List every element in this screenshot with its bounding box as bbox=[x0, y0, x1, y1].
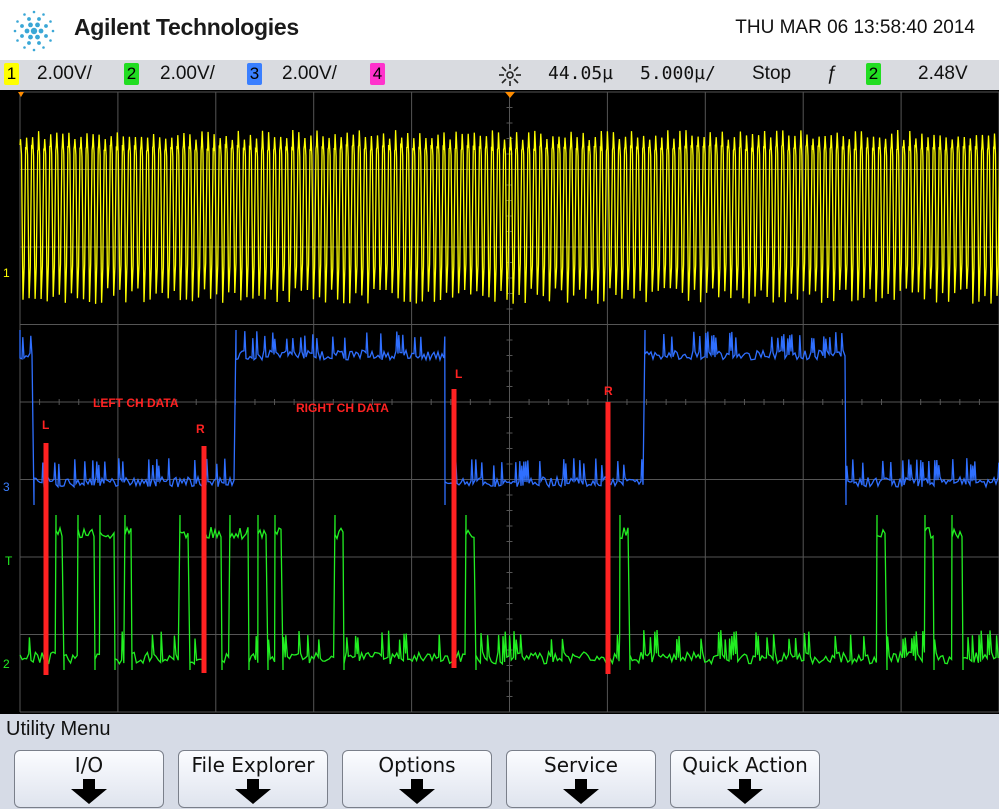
arrow-down-icon bbox=[71, 779, 107, 804]
channel-2-scale[interactable]: 2.00V/ bbox=[160, 63, 215, 85]
softkey-file-explorer[interactable]: File Explorer bbox=[178, 750, 328, 808]
right-ch-data-label: RIGHT CH DATA bbox=[296, 401, 389, 415]
channel-2-ground-marker[interactable]: 2 bbox=[3, 657, 10, 671]
channel-3-ground-marker[interactable]: 3 bbox=[3, 480, 10, 494]
channel-1-scale[interactable]: 2.00V/ bbox=[37, 63, 92, 85]
menu-title: Utility Menu bbox=[6, 718, 111, 740]
status-bar: 1 2.00V/ 2 2.00V/ 3 2.00V/ 4 44.05µ 5.00… bbox=[0, 60, 999, 90]
softkey-quick-action-label: Quick Action bbox=[682, 753, 808, 777]
header-bar: Agilent Technologies THU MAR 06 13:58:40… bbox=[0, 0, 999, 60]
trigger-level-marker[interactable]: T bbox=[5, 554, 13, 568]
trigger-slope-icon: ƒ bbox=[826, 63, 837, 84]
waveform-canvas: 1 3 T 2 LEFT CH DATA RIGHT CH DATA L R L… bbox=[3, 91, 999, 713]
annotations-layer: LEFT CH DATA RIGHT CH DATA L R L R bbox=[42, 367, 613, 675]
left-marker-label-2: L bbox=[455, 367, 462, 381]
brand-name: Agilent Technologies bbox=[74, 14, 299, 40]
arrow-down-icon bbox=[563, 779, 599, 804]
trigger-source-badge[interactable]: 2 bbox=[866, 63, 881, 85]
channel-1-ground-marker[interactable]: 1 bbox=[3, 266, 10, 280]
trigger-position-marker-icon bbox=[505, 92, 515, 98]
softkey-options-label: Options bbox=[378, 753, 456, 777]
softkey-service[interactable]: Service bbox=[506, 750, 656, 808]
softkey-file-explorer-label: File Explorer bbox=[191, 753, 315, 777]
trigger-level[interactable]: 2.48V bbox=[918, 63, 968, 85]
channel-4-badge[interactable]: 4 bbox=[370, 63, 385, 85]
softkey-service-label: Service bbox=[544, 753, 618, 777]
softkey-quick-action[interactable]: Quick Action bbox=[670, 750, 820, 808]
horizontal-delay[interactable]: 44.05µ bbox=[548, 63, 613, 85]
channel-2-badge[interactable]: 2 bbox=[124, 63, 139, 85]
run-state[interactable]: Stop bbox=[752, 63, 791, 85]
timebase-scale[interactable]: 5.000µ/ bbox=[640, 63, 716, 85]
arrow-down-icon bbox=[235, 779, 271, 804]
arrow-down-icon bbox=[399, 779, 435, 804]
delay-sun-icon bbox=[499, 64, 521, 86]
softkey-io[interactable]: I/O bbox=[14, 750, 164, 808]
left-edge-marker-icon bbox=[18, 92, 24, 97]
softkey-menu: Utility Menu I/O File Explorer Options S… bbox=[0, 714, 999, 809]
left-marker-label-1: L bbox=[42, 418, 49, 432]
softkey-io-label: I/O bbox=[74, 753, 104, 777]
oscilloscope-screen: Agilent Technologies THU MAR 06 13:58:40… bbox=[0, 0, 999, 809]
right-marker-label-2: R bbox=[604, 384, 613, 398]
left-ch-data-label: LEFT CH DATA bbox=[93, 396, 179, 410]
datetime-readout: THU MAR 06 13:58:40 2014 bbox=[735, 17, 975, 38]
waveform-display[interactable]: 1 3 T 2 LEFT CH DATA RIGHT CH DATA L R L… bbox=[0, 90, 999, 714]
channel-3-badge[interactable]: 3 bbox=[247, 63, 262, 85]
channel-1-badge[interactable]: 1 bbox=[4, 63, 19, 85]
softkey-options[interactable]: Options bbox=[342, 750, 492, 808]
arrow-down-icon bbox=[727, 779, 763, 804]
right-marker-label-1: R bbox=[196, 422, 205, 436]
agilent-spark-logo-icon bbox=[13, 10, 55, 52]
channel-3-scale[interactable]: 2.00V/ bbox=[282, 63, 337, 85]
